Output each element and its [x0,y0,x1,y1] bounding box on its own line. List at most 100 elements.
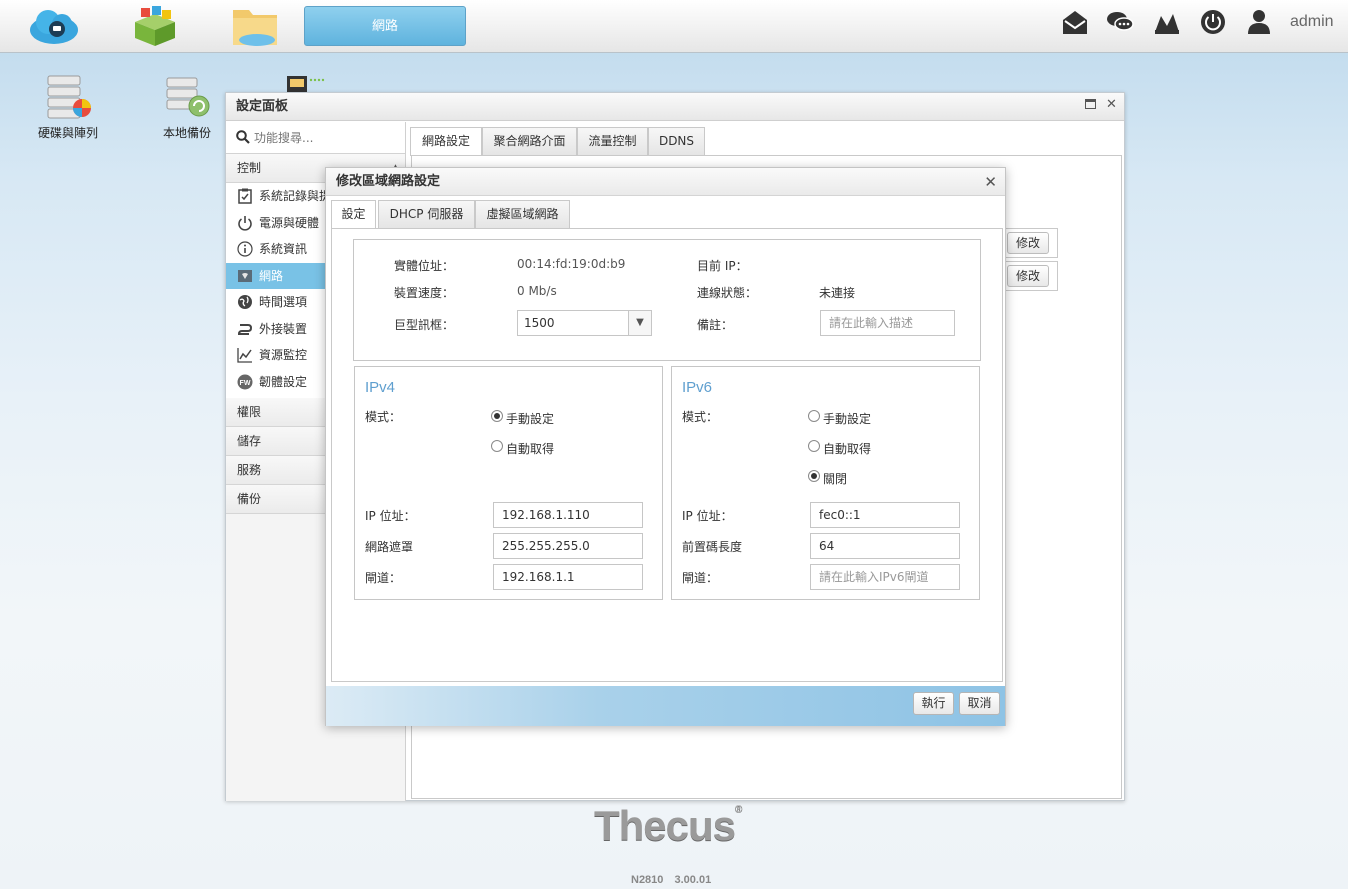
mail-icon[interactable] [1061,8,1089,36]
current-ip-label: 目前 IP： [697,259,748,273]
ipv6-title: IPv6 [682,379,713,396]
usb-icon [237,323,253,335]
ipv4-auto-label[interactable]: 自動取得 [506,440,554,457]
ipv4-manual-label[interactable]: 手動設定 [506,410,554,427]
tab-traffic-control[interactable]: 流量控制 [577,127,648,155]
ipv4-fieldset: IPv4 模式： 手動設定 自動取得 IP 位址： 192.168.1.110 … [354,366,663,600]
sidebar-item-label: 系統記錄與提 [259,189,332,203]
desktop-icon-disk-array[interactable]: 硬碟與陣列 [23,74,113,141]
ipv4-mask-label: 網路遮罩 [365,540,414,554]
sidebar-item-label: 資源監控 [259,348,308,362]
section-label: 控制 [237,161,262,175]
sidebar-item-label: 外接裝置 [259,321,308,336]
ipv6-auto-label[interactable]: 自動取得 [823,440,871,457]
jumbo-frame-value: 1500 [524,316,555,330]
network-status-icon[interactable] [1153,8,1181,36]
app-store-icon[interactable] [127,4,183,48]
modify-button[interactable]: 修改 [1007,265,1049,287]
ipv4-ip-input[interactable]: 192.168.1.110 [493,502,643,528]
ipv4-auto-radio[interactable] [491,440,503,452]
chevron-down-icon[interactable]: ▼ [628,311,651,335]
dialog-body: 實體位址： 00:14:fd:19:0d:b9 目前 IP： 裝置速度： 0 M… [331,228,1003,682]
lan-row: 修改 [1002,261,1058,291]
username-label[interactable]: admin [1290,13,1334,31]
ipv6-prefix-input[interactable]: 64 [810,533,960,559]
sidebar-item-label: 系統資訊 [259,242,308,256]
ipv4-gateway-label: 閘道： [365,571,402,585]
chat-icon[interactable] [1106,8,1134,36]
lan-settings-dialog: 修改區域網路設定 ✕ 設定 DHCP 伺服器 虛擬區域網路 實體位址： 00:1… [325,167,1006,726]
link-status-label: 連線狀態： [697,286,758,300]
speed-value: 0 Mb/s [517,284,557,298]
mac-label: 實體位址： [394,259,455,273]
power-icon [238,215,252,231]
tab-settings[interactable]: 設定 [331,200,376,229]
ipv4-mode-label: 模式： [365,410,402,424]
sidebar-item-label: 時間選項 [259,295,308,309]
panel-title: 設定面板 [226,93,1124,121]
sidebar-item-label: 電源與硬體 [259,215,320,230]
top-bar: 網路 admin [0,0,1348,53]
tab-vlan[interactable]: 虛擬區域網路 [475,200,570,228]
folder-icon[interactable] [227,4,283,48]
speed-label: 裝置速度： [394,286,455,300]
tab-dhcp-server[interactable]: DHCP 伺服器 [378,200,475,228]
user-icon[interactable] [1245,8,1273,36]
ipv4-gateway-input[interactable]: 192.168.1.1 [493,564,643,590]
info-icon [237,241,253,257]
ipv6-disabled-radio[interactable] [808,470,820,482]
ipv6-disabled-label[interactable]: 關閉 [823,470,847,487]
disk-array-icon [47,75,91,119]
ipv6-mode-label: 模式： [682,410,719,424]
ipv6-auto-radio[interactable] [808,440,820,452]
firmware-version: 3.00.01 [674,874,712,886]
dialog-title: 修改區域網路設定 [336,174,441,189]
ipv4-title: IPv4 [365,379,396,396]
desktop-icon-local-backup[interactable]: 本地備份 [142,74,232,141]
mac-value: 00:14:fd:19:0d:b9 [517,257,626,271]
tab-network-settings[interactable]: 網路設定 [410,127,482,156]
network-app-icon[interactable] [285,74,329,94]
ipv4-mask-input[interactable]: 255.255.255.0 [493,533,643,559]
sidebar-item-label: 網路 [259,268,284,283]
ipv6-ip-label: IP 位址： [682,509,733,523]
model-name: N2810 [631,874,664,886]
ipv6-gateway-input[interactable]: 請在此輸入IPv6閘道 [810,564,960,590]
local-backup-icon [166,77,210,117]
taskbar-tab-network[interactable]: 網路 [304,6,466,46]
ipv6-ip-input[interactable]: fec0::1 [810,502,960,528]
tab-link-aggregation[interactable]: 聚合網路介面 [482,127,577,155]
firmware-icon: FW [237,374,253,389]
note-input[interactable]: 請在此輸入描述 [820,310,955,336]
function-search [226,122,405,154]
search-input[interactable] [254,128,394,148]
interface-info-box: 實體位址： 00:14:fd:19:0d:b9 目前 IP： 裝置速度： 0 M… [353,239,981,361]
note-label: 備註： [697,318,734,332]
globe-icon [238,295,252,309]
ipv6-fieldset: IPv6 模式： 手動設定 自動取得 關閉 IP 位址： fec0::1 前置碼… [671,366,980,600]
ipv4-ip-label: IP 位址： [365,509,416,523]
ipv6-manual-label[interactable]: 手動設定 [823,410,871,427]
svg-text:FW: FW [240,380,251,387]
sidebar-item-label: 韌體設定 [259,374,308,389]
search-icon [236,130,250,144]
ipv4-manual-radio[interactable] [491,410,503,422]
cancel-button[interactable]: 取消 [959,692,1000,715]
maximize-icon[interactable] [1085,99,1096,113]
close-icon[interactable]: ✕ [984,168,997,196]
brand-logo: Thecus® [594,802,742,849]
power-icon[interactable] [1199,8,1227,36]
ipv6-manual-radio[interactable] [808,410,820,422]
network-icon [238,269,252,282]
ipv6-prefix-label: 前置碼長度 [682,540,743,554]
lan-row: 修改 [1002,228,1058,258]
jumbo-frame-select[interactable]: 1500 ▼ [517,310,652,336]
clipboard-icon [238,188,252,204]
apply-button[interactable]: 執行 [913,692,954,715]
ipv6-gateway-label: 閘道： [682,571,719,585]
tab-ddns[interactable]: DDNS [648,127,705,155]
dialog-footer: 執行 取消 [326,686,1005,726]
cloud-icon[interactable] [26,4,82,48]
close-icon[interactable]: ✕ [1106,98,1117,112]
modify-button[interactable]: 修改 [1007,232,1049,254]
